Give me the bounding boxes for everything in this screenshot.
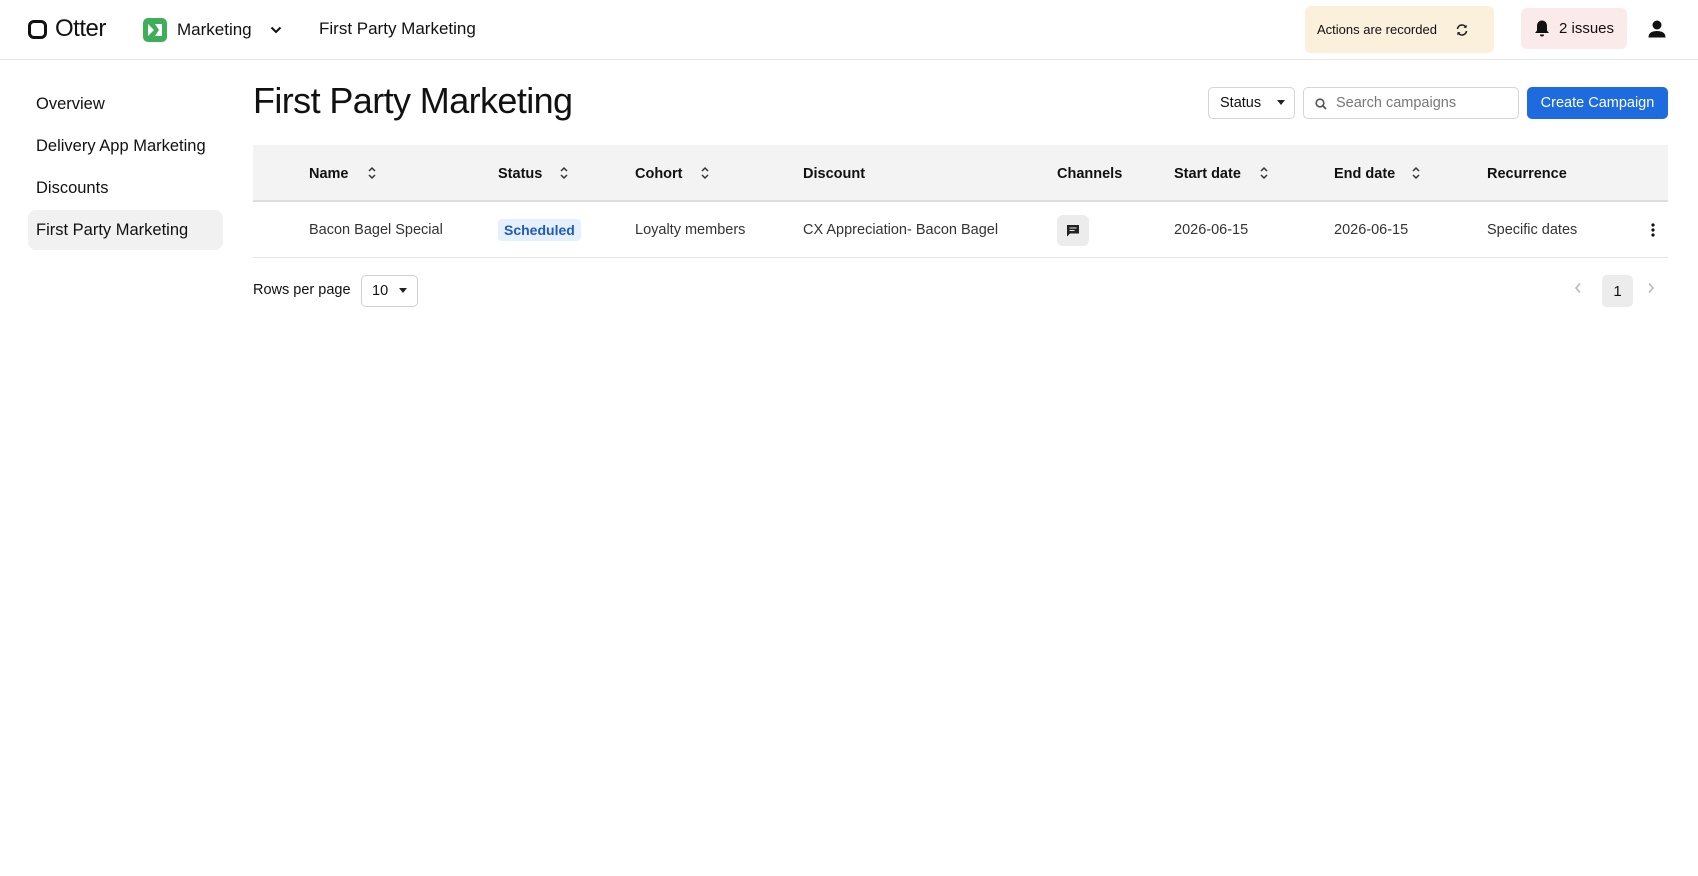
sort-icon[interactable]: [1260, 166, 1268, 180]
previous-page-icon[interactable]: [1574, 282, 1582, 294]
cell-discount: CX Appreciation- Bacon Bagel: [803, 222, 999, 238]
refresh-icon[interactable]: [1455, 23, 1469, 37]
user-account-icon[interactable]: [1646, 18, 1668, 40]
column-header-name[interactable]: Name: [309, 145, 349, 202]
column-header-recurrence: Recurrence: [1487, 165, 1567, 182]
sidebar-item-first-party-marketing[interactable]: First Party Marketing: [28, 210, 223, 250]
page-button[interactable]: 1: [1602, 275, 1633, 307]
sort-icon[interactable]: [701, 166, 709, 180]
otter-logo[interactable]: Otter: [28, 15, 106, 42]
marketing-app-icon: [143, 18, 167, 42]
cell-status: Scheduled: [498, 202, 581, 258]
status-filter-select[interactable]: Status: [1208, 87, 1295, 119]
search-input[interactable]: [1336, 88, 1516, 118]
status-filter-label: Status: [1220, 95, 1262, 111]
cell-channels: [1057, 202, 1089, 258]
chevron-down-icon: [270, 26, 281, 34]
logo-text: Otter: [55, 15, 106, 42]
recorded-text: Actions are recorded: [1317, 22, 1437, 37]
actions-recorded-banner: Actions are recorded: [1305, 6, 1494, 53]
campaigns-table: Name Status Cohort Discount Channels Sta…: [253, 145, 1668, 258]
column-header-channels: Channels: [1057, 165, 1123, 182]
sidebar-item-delivery-app-marketing[interactable]: Delivery App Marketing: [28, 126, 223, 166]
header-breadcrumb: First Party Marketing: [319, 19, 476, 38]
rows-per-page-label: Rows per page: [253, 282, 351, 298]
more-options-icon[interactable]: [1651, 223, 1655, 237]
cell-recurrence: Specific dates: [1487, 222, 1578, 238]
column-header-status[interactable]: Status: [498, 145, 542, 202]
next-page-icon[interactable]: [1647, 282, 1655, 294]
sort-icon[interactable]: [560, 166, 568, 180]
app-switcher[interactable]: Marketing: [143, 17, 282, 43]
cell-start-date: 2026-06-15: [1174, 222, 1249, 238]
sms-icon: [1057, 214, 1089, 246]
sidebar-nav: Overview Delivery App Marketing Discount…: [28, 84, 223, 252]
table-header: Name Status Cohort Discount Channels Sta…: [253, 145, 1668, 202]
app-name: Marketing: [177, 20, 252, 39]
cell-cohort: Loyalty members: [635, 222, 746, 238]
issues-button[interactable]: 2 issues: [1521, 8, 1627, 49]
search-field[interactable]: [1303, 87, 1519, 119]
rows-per-page-value: 10: [372, 283, 389, 299]
cell-end-date: 2026-06-15: [1334, 222, 1409, 238]
page-title: First Party Marketing: [253, 80, 573, 121]
otter-logo-mark-icon: [28, 19, 47, 39]
column-header-cohort[interactable]: Cohort: [635, 145, 683, 202]
caret-down-icon: [1277, 100, 1285, 105]
column-header-start-date[interactable]: Start date: [1174, 145, 1241, 202]
column-header-discount: Discount: [803, 165, 866, 182]
bell-icon: [1535, 20, 1549, 37]
sidebar-item-overview[interactable]: Overview: [28, 84, 223, 124]
sort-icon[interactable]: [368, 166, 376, 180]
issues-count: 2 issues: [1559, 20, 1615, 37]
create-campaign-button[interactable]: Create Campaign: [1527, 87, 1668, 119]
status-badge: Scheduled: [498, 219, 581, 241]
caret-down-icon: [399, 288, 407, 293]
top-bar: Otter Marketing First Party Marketing Ac…: [0, 0, 1698, 60]
column-header-end-date[interactable]: End date: [1334, 145, 1395, 202]
sidebar-item-discounts[interactable]: Discounts: [28, 168, 223, 208]
table-row[interactable]: Bacon Bagel Special Scheduled Loyalty me…: [253, 202, 1668, 258]
sort-icon[interactable]: [1412, 166, 1420, 180]
search-icon: [1315, 98, 1327, 110]
rows-per-page-select[interactable]: 10: [361, 275, 418, 307]
cell-name[interactable]: Bacon Bagel Special: [309, 202, 443, 258]
